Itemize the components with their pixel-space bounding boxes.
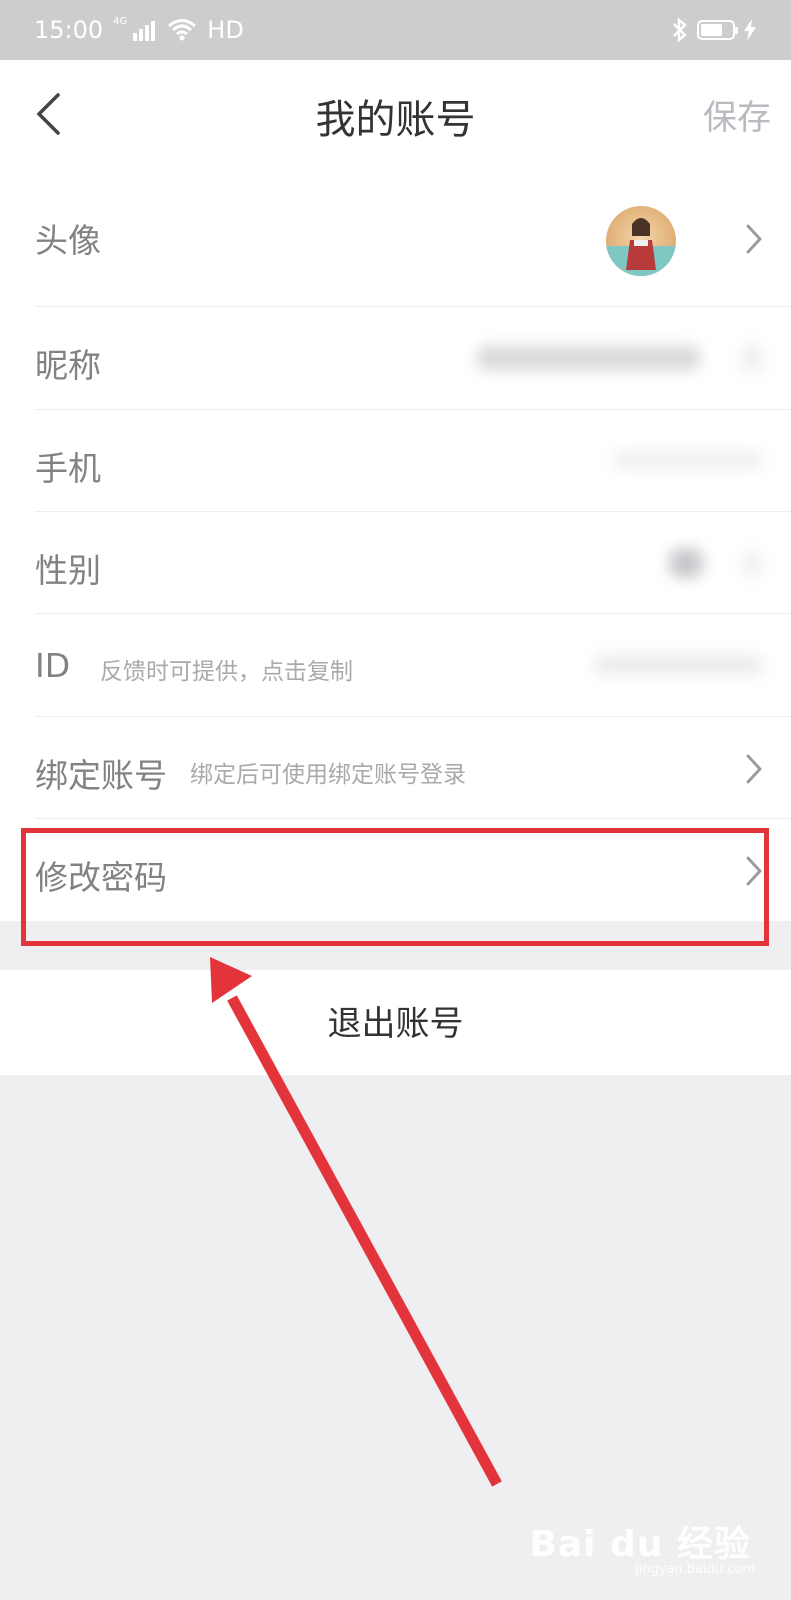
watermark-logo: Bai du 经验 bbox=[529, 1524, 751, 1565]
watermark-url: jingyan.baidu.com bbox=[635, 1562, 755, 1577]
annotation-arrow bbox=[210, 957, 502, 1487]
